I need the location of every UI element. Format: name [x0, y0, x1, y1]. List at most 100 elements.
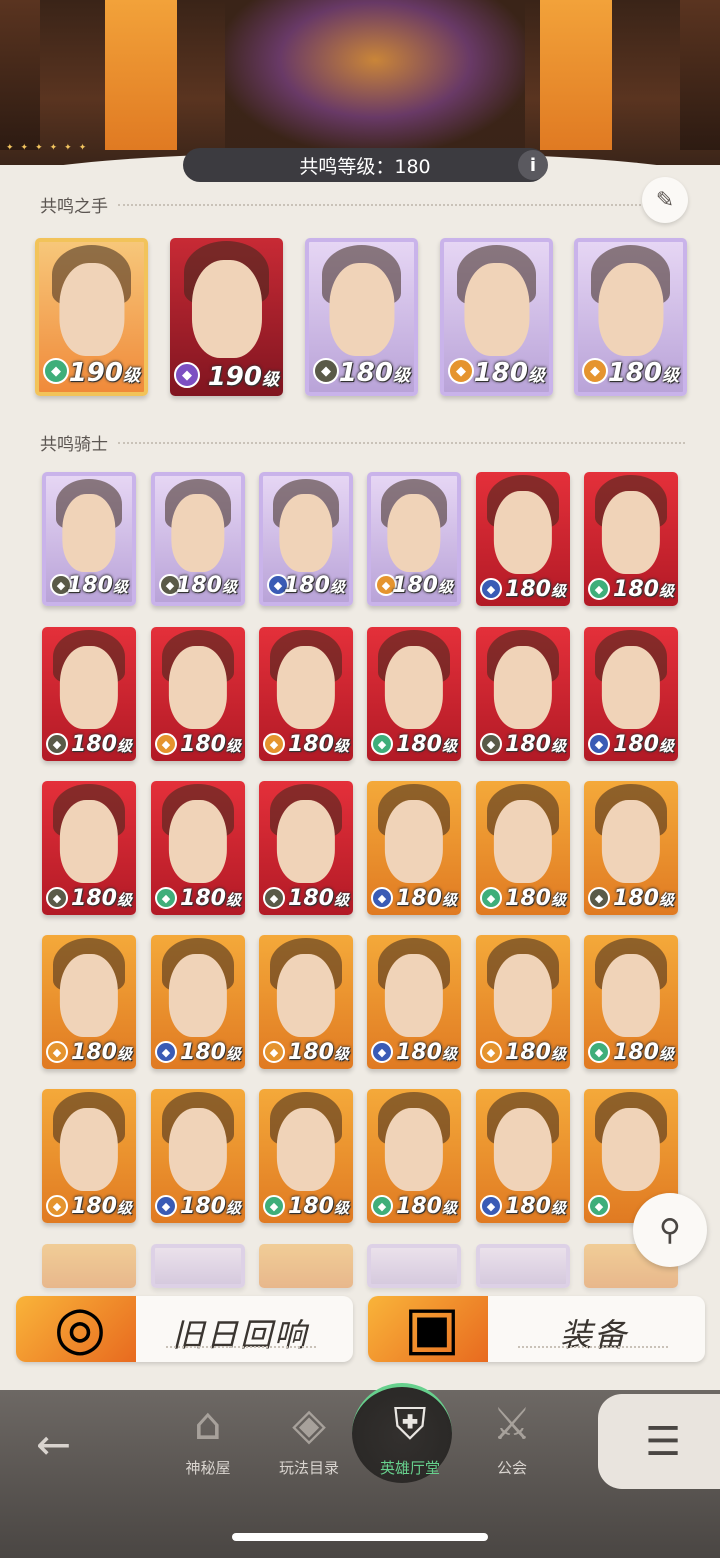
nav-item-guild[interactable]: ⚔ 公会 — [462, 1397, 562, 1487]
hero-level: 190级 — [69, 358, 140, 388]
knights-card[interactable]: ◆ 180级 — [584, 627, 678, 761]
knights-card[interactable]: ◆ 180级 — [584, 781, 678, 915]
filter-icon[interactable]: ⚲ — [633, 1193, 707, 1267]
faction-icon: ◆ — [448, 358, 474, 384]
knights-card[interactable]: ◆ 180级 — [584, 935, 678, 1069]
knights-card[interactable]: ◆ 180级 — [259, 781, 353, 915]
knights-card[interactable]: ◆ 180级 — [259, 935, 353, 1069]
level-unit: 级 — [550, 891, 566, 909]
hero-level: 180级 — [284, 573, 345, 598]
menu-icon[interactable]: ☰ — [598, 1394, 720, 1489]
faction-icon: ◆ — [46, 1041, 68, 1063]
level-number: 180 — [180, 1040, 226, 1065]
hero-level: 180级 — [180, 1040, 241, 1065]
knights-card[interactable]: ◆ 180级 — [259, 472, 353, 606]
hero-face — [62, 493, 116, 572]
hero-level: 180级 — [392, 573, 453, 598]
knights-card[interactable]: ◆ 180级 — [42, 1089, 136, 1223]
level-number: 180 — [505, 1040, 551, 1065]
knights-card[interactable]: ◆ 180级 — [476, 1089, 570, 1223]
knights-card[interactable]: ◆ 180级 — [42, 472, 136, 606]
faction-icon: ◆ — [263, 1041, 285, 1063]
level-unit: 级 — [441, 1199, 457, 1217]
hero-level: 180级 — [339, 358, 410, 388]
back-arrow-icon[interactable]: ← — [36, 1420, 71, 1469]
hero-level: 180级 — [71, 886, 132, 911]
hands-card[interactable]: ◆ 180级 — [574, 238, 687, 396]
hero-face — [463, 263, 530, 356]
level-number: 180 — [613, 577, 659, 602]
knights-card[interactable]: ◆ 180级 — [476, 781, 570, 915]
level-number: 180 — [284, 573, 330, 598]
hands-card[interactable]: ◆ 190级 — [35, 238, 148, 396]
level-number: 180 — [396, 886, 442, 911]
hands-card[interactable]: ◆ 190级 — [170, 238, 283, 396]
level-unit: 级 — [333, 891, 349, 909]
level-unit: 级 — [441, 737, 457, 755]
hero-level: 180级 — [613, 732, 674, 757]
faction-icon: ◆ — [155, 887, 177, 909]
hero-level: 180级 — [176, 573, 237, 598]
info-icon[interactable]: i — [518, 150, 548, 180]
hero-face — [59, 645, 119, 729]
feather-edit-icon[interactable]: ✎ — [642, 177, 688, 223]
echo-button[interactable]: ◎ 旧日回响 — [16, 1296, 353, 1362]
faction-icon: ◆ — [155, 733, 177, 755]
echo-button-label: 旧日回响 — [172, 1316, 309, 1354]
knights-card[interactable]: ◆ 180级 — [42, 627, 136, 761]
level-number: 180 — [71, 886, 117, 911]
knights-card[interactable]: ◆ 180级 — [42, 935, 136, 1069]
faction-icon: ◆ — [588, 578, 610, 600]
hero-level: 180级 — [608, 358, 679, 388]
knights-card[interactable]: ◆ 180级 — [151, 781, 245, 915]
hero-level: 180级 — [396, 732, 457, 757]
level-unit: 级 — [550, 582, 566, 600]
knights-card[interactable]: ◆ 180级 — [367, 935, 461, 1069]
hands-card[interactable]: ◆ 180级 — [305, 238, 418, 396]
hero-level: 180级 — [288, 732, 349, 757]
level-number: 180 — [288, 1194, 334, 1219]
hero-face — [384, 1107, 444, 1191]
knights-card[interactable]: ◆ 180级 — [151, 1089, 245, 1223]
hands-card[interactable]: ◆ 180级 — [440, 238, 553, 396]
knights-card[interactable]: ◆ 180级 — [367, 627, 461, 761]
level-unit: 级 — [441, 1045, 457, 1063]
knights-card[interactable]: ◆ 180级 — [476, 935, 570, 1069]
level-unit: 级 — [658, 582, 674, 600]
level-unit: 级 — [225, 891, 241, 909]
home-indicator[interactable] — [232, 1533, 488, 1541]
knights-card[interactable]: ◆ 180级 — [151, 935, 245, 1069]
equipment-chest-icon: ▣ — [403, 1296, 461, 1362]
faction-icon: ◆ — [263, 733, 285, 755]
knights-card[interactable]: ◆ 180级 — [42, 781, 136, 915]
nav-item-mystery-house[interactable]: ⌂ 神秘屋 — [158, 1397, 258, 1487]
knights-card[interactable]: ◆ 180级 — [151, 627, 245, 761]
knights-card[interactable]: ◆ 180级 — [259, 627, 353, 761]
faction-icon: ◆ — [313, 358, 339, 384]
hero-face — [171, 493, 225, 572]
nav-item-game-modes[interactable]: ◈ 玩法目录 — [259, 1397, 359, 1487]
hero-level: 180级 — [288, 1194, 349, 1219]
knights-card[interactable]: ◆ 180级 — [367, 472, 461, 606]
nav-item-hero-hall[interactable]: ⛨ 英雄厅堂 — [360, 1397, 460, 1487]
hero-level: 190级 — [208, 362, 279, 392]
knights-card[interactable]: ◆ 180级 — [367, 781, 461, 915]
knights-card[interactable]: ◆ 180级 — [259, 1089, 353, 1223]
knights-card[interactable]: ◆ 180级 — [584, 472, 678, 606]
hero-level: 180级 — [474, 358, 545, 388]
level-number: 180 — [180, 732, 226, 757]
knights-card[interactable]: ◆ 180级 — [151, 472, 245, 606]
level-number: 180 — [396, 732, 442, 757]
hero-face — [279, 493, 333, 572]
knights-card[interactable]: ◆ 180级 — [367, 1089, 461, 1223]
knights-card[interactable]: ◆ 180级 — [476, 627, 570, 761]
hero-level: 180级 — [613, 886, 674, 911]
knights-card[interactable]: ◆ 180级 — [476, 472, 570, 606]
equipment-button[interactable]: ▣ 装备 — [368, 1296, 705, 1362]
hero-level: 180级 — [505, 886, 566, 911]
section-knights-header: 共鸣骑士 — [40, 430, 685, 455]
level-number: 180 — [338, 358, 393, 388]
equipment-button-label: 装备 — [560, 1316, 629, 1354]
resonance-level-bar: 共鸣等级：180 — [183, 148, 547, 182]
level-number: 180 — [71, 732, 117, 757]
